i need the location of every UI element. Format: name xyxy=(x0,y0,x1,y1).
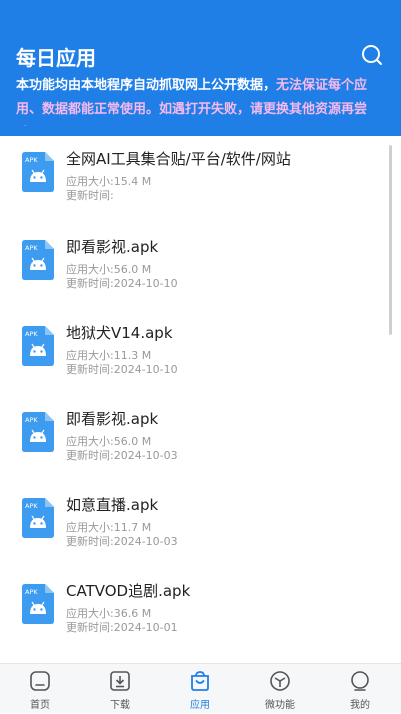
page-title: 每日应用 xyxy=(16,46,96,70)
tab-home[interactable]: 首页 xyxy=(0,664,80,714)
app-updated: 更新时间:2024-10-10 xyxy=(66,277,178,290)
app-size: 应用大小:11.3 M xyxy=(66,349,152,362)
tab-profile[interactable]: 我的 xyxy=(320,664,400,714)
apk-file-icon: APK xyxy=(22,240,54,280)
tab-label: 首页 xyxy=(30,700,50,711)
app-updated: 更新时间:2024-10-03 xyxy=(66,535,178,548)
tab-label: 下载 xyxy=(110,700,130,711)
app-name: 即看影视.apk xyxy=(66,410,159,428)
apk-badge-text: APK xyxy=(25,502,38,510)
tab-micro-functions[interactable]: 微功能 xyxy=(240,664,320,714)
app-name: 如意直播.apk xyxy=(66,496,159,514)
app-size: 应用大小:56.0 M xyxy=(66,435,152,448)
apk-badge-text: APK xyxy=(25,416,38,424)
apk-file-icon: APK xyxy=(22,584,54,624)
apk-file-icon: APK xyxy=(22,326,54,366)
apps-icon xyxy=(191,671,209,691)
apk-badge-text: APK xyxy=(25,588,38,596)
scrollbar[interactable] xyxy=(389,145,392,335)
apk-file-icon: APK xyxy=(22,152,54,192)
app-name: 即看影视.apk xyxy=(66,238,159,256)
tab-label: 应用 xyxy=(190,700,210,711)
tab-label: 我的 xyxy=(350,700,370,711)
app-name: 全网AI工具集合贴/平台/软件/网站 xyxy=(66,150,291,168)
app-header: 每日应用 本功能均由本地程序自动抓取网上公开数据，无法保证每个应用、数据都能正常… xyxy=(0,0,401,136)
profile-icon xyxy=(351,671,369,691)
app-name: CATVOD追剧.apk xyxy=(66,582,191,600)
apk-file-icon: APK xyxy=(22,412,54,452)
apk-badge-text: APK xyxy=(25,330,38,338)
app-updated: 更新时间:2024-10-01 xyxy=(66,621,178,634)
tab-label: 微功能 xyxy=(265,700,295,711)
tab-download[interactable]: 下载 xyxy=(80,664,160,714)
notice-text: 本功能均由本地程序自动抓取网上公开数据， xyxy=(16,78,277,93)
apk-badge-text: APK xyxy=(25,244,38,252)
app-size: 应用大小:15.4 M xyxy=(66,175,152,188)
app-size: 应用大小:36.6 M xyxy=(66,607,152,620)
list-item[interactable]: APK 如意直播.apk 应用大小:11.7 M 更新时间:2024-10-03 xyxy=(0,484,390,570)
app-updated: 更新时间:2024-10-03 xyxy=(66,449,178,462)
disclaimer-notice: 本功能均由本地程序自动抓取网上公开数据，无法保证每个应用、数据都能正常使用。如遇… xyxy=(16,74,391,126)
cube-icon xyxy=(270,671,290,691)
app-updated: 更新时间:2024-10-10 xyxy=(66,363,178,376)
home-icon xyxy=(30,671,50,691)
app-size: 应用大小:56.0 M xyxy=(66,263,152,276)
apk-badge-text: APK xyxy=(25,156,38,164)
search-icon[interactable] xyxy=(361,44,383,66)
list-item[interactable]: APK 即看影视.apk 应用大小:56.0 M 更新时间:2024-10-03 xyxy=(0,398,390,484)
download-icon xyxy=(110,671,130,691)
list-item[interactable]: APK 全网AI工具集合贴/平台/软件/网站应用大小:15.4 M 更新时间: xyxy=(0,140,390,226)
app-list: APK 全网AI工具集合贴/平台/软件/网站 应用大小:15.4 M 更新时间: APK… xyxy=(0,136,390,663)
app-updated: 更新时间: xyxy=(66,189,114,202)
app-name: 地狱犬V14.apk xyxy=(66,324,173,342)
tab-apps[interactable]: 应用 xyxy=(160,664,240,714)
list-item[interactable]: APK 地狱犬V14.apk 应用大小:11.3 M 更新时间:2024-10-10 xyxy=(0,312,390,398)
list-item[interactable]: APK 即看影视.apk 应用大小:56.0 M 更新时间:2024-10-10 xyxy=(0,226,390,312)
app-size: 应用大小:11.7 M xyxy=(66,521,152,534)
list-item[interactable]: APK CATVOD追剧.apk 应用大小:36.6 M 更新时间:2024-10-0… xyxy=(0,570,390,656)
apk-file-icon: APK xyxy=(22,498,54,538)
bottom-tab-bar: 首页 下载 应用 微功能 我的 xyxy=(0,663,401,713)
